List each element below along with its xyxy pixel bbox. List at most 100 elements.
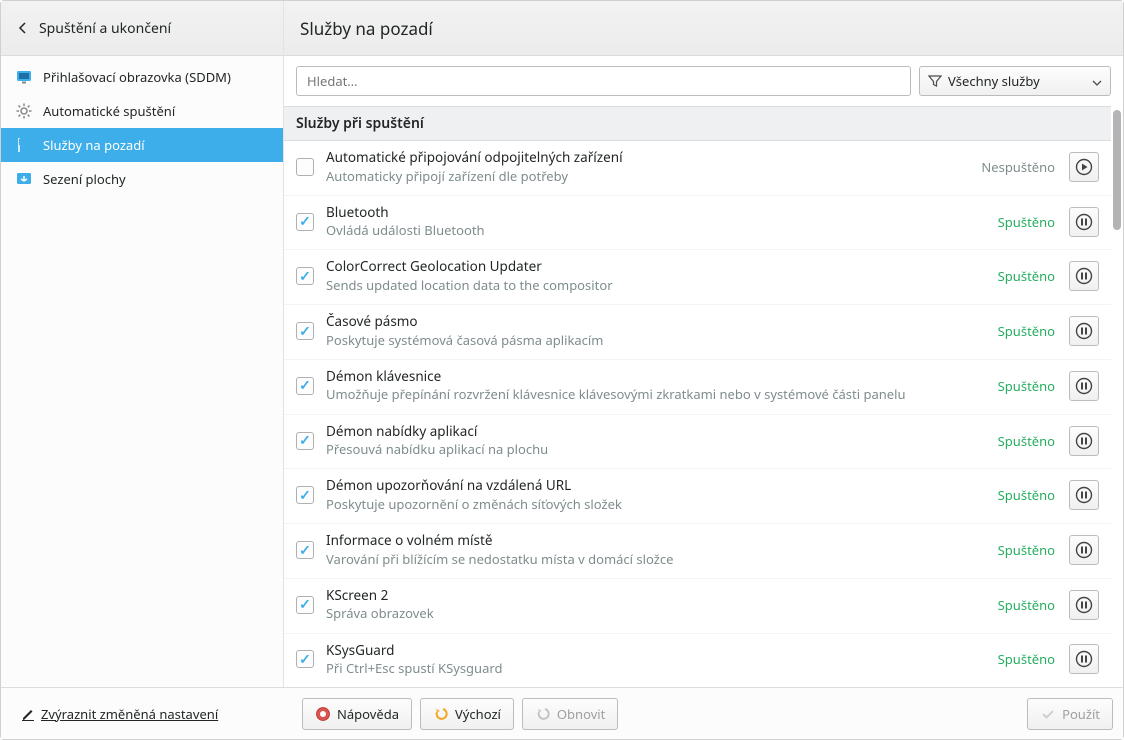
service-title: Informace o volném místě	[326, 532, 986, 550]
search-input[interactable]	[296, 66, 911, 96]
pencil-icon	[21, 707, 35, 721]
service-description: Varování při blížícím se nedostatku míst…	[326, 550, 986, 568]
service-description: Při Ctrl+Esc spustí KSysguard	[326, 659, 986, 677]
filter-select[interactable]: Všechny služby	[919, 66, 1111, 96]
service-checkbox[interactable]	[296, 650, 314, 668]
sidebar-item-0[interactable]: Přihlašovací obrazovka (SDDM)	[1, 60, 283, 94]
help-button[interactable]: Nápověda	[302, 698, 412, 730]
service-text: Démon klávesniceUmožňuje přepínání rozvr…	[326, 368, 986, 404]
sidebar-item-label: Automatické spuštění	[43, 102, 175, 120]
service-text: KSysGuardPři Ctrl+Esc spustí KSysguard	[326, 642, 986, 678]
service-checkbox[interactable]	[296, 432, 314, 450]
play-button[interactable]	[1069, 152, 1099, 182]
service-row: BluetoothOvládá události Bluetooth Spuště…	[284, 196, 1111, 251]
service-checkbox[interactable]	[296, 486, 314, 504]
sidebar-header[interactable]: Spuštění a ukončení	[1, 1, 283, 56]
service-text: Automatické připojování odpojitelných za…	[326, 149, 969, 185]
pause-icon	[1075, 322, 1093, 340]
service-title: Automatické připojování odpojitelných za…	[326, 149, 969, 167]
service-checkbox[interactable]	[296, 541, 314, 559]
service-text: KScreen 2Správa obrazovek	[326, 587, 986, 623]
flag-icon	[15, 136, 33, 154]
apply-button[interactable]: Použít	[1027, 698, 1113, 730]
service-text: BluetoothOvládá události Bluetooth	[326, 204, 986, 240]
section-header: Služby při spuštění	[284, 106, 1111, 141]
service-description: Sends updated location data to the compo…	[326, 276, 986, 294]
service-row: KSysGuardPři Ctrl+Esc spustí KSysguard Sp…	[284, 634, 1111, 687]
page-title: Služby na pozadí	[300, 17, 433, 40]
sidebar-item-3[interactable]: Sezení plochy	[1, 162, 283, 196]
service-description: Poskytuje systémová časová pásma aplikac…	[326, 331, 986, 349]
reset-icon	[535, 706, 551, 722]
check-icon	[1040, 706, 1056, 722]
service-status: Spuštěno	[998, 377, 1055, 395]
service-row: Démon nabídky aplikacíPřesouvá nabídku a…	[284, 415, 1111, 470]
service-status: Spuštěno	[998, 650, 1055, 668]
service-title: Démon klávesnice	[326, 368, 986, 386]
service-description: Správa obrazovek	[326, 604, 986, 622]
service-text: Časové pásmoPoskytuje systémová časová p…	[326, 313, 986, 349]
sidebar-item-label: Sezení plochy	[43, 170, 126, 188]
service-description: Umožňuje přepínání rozvržení klávesnice …	[326, 385, 986, 403]
session-icon	[15, 170, 33, 188]
pause-icon	[1075, 267, 1093, 285]
pause-button[interactable]	[1069, 644, 1099, 674]
service-checkbox[interactable]	[296, 213, 314, 231]
service-title: KSysGuard	[326, 642, 986, 660]
service-row: Démon klávesniceUmožňuje přepínání rozvr…	[284, 360, 1111, 415]
reset-button[interactable]: Obnovit	[522, 698, 618, 730]
toolbar: Všechny služby	[284, 56, 1123, 106]
service-title: ColorCorrect Geolocation Updater	[326, 258, 986, 276]
chevron-down-icon	[1092, 72, 1102, 90]
scrollbar[interactable]	[1111, 106, 1123, 687]
service-status: Spuštěno	[998, 596, 1055, 614]
service-description: Poskytuje upozornění o změnách síťových …	[326, 495, 986, 513]
footer: Zvýraznit změněná nastavení Nápověda Výc…	[1, 687, 1123, 739]
service-status: Spuštěno	[998, 213, 1055, 231]
pause-button[interactable]	[1069, 316, 1099, 346]
pause-button[interactable]	[1069, 207, 1099, 237]
service-checkbox[interactable]	[296, 377, 314, 395]
pause-icon	[1075, 432, 1093, 450]
defaults-button[interactable]: Výchozí	[420, 698, 514, 730]
service-checkbox[interactable]	[296, 322, 314, 340]
service-description: Přesouvá nabídku aplikací na plochu	[326, 440, 986, 458]
back-chevron-icon	[15, 20, 31, 36]
service-status: Spuštěno	[998, 541, 1055, 559]
pause-button[interactable]	[1069, 590, 1099, 620]
sidebar-title: Spuštění a ukončení	[39, 19, 171, 38]
sidebar-list: Přihlašovací obrazovka (SDDM) Automatické…	[1, 56, 283, 196]
service-title: Démon nabídky aplikací	[326, 423, 986, 441]
pause-icon	[1075, 213, 1093, 231]
service-checkbox[interactable]	[296, 267, 314, 285]
pause-button[interactable]	[1069, 480, 1099, 510]
sidebar-item-1[interactable]: Automatické spuštění	[1, 94, 283, 128]
pause-button[interactable]	[1069, 535, 1099, 565]
gear-icon	[15, 102, 33, 120]
sidebar: Spuštění a ukončení Přihlašovací obrazov…	[1, 1, 284, 687]
service-row: ColorCorrect Geolocation UpdaterSends up…	[284, 250, 1111, 305]
pause-icon	[1075, 650, 1093, 668]
service-status: Spuštěno	[998, 322, 1055, 340]
pause-button[interactable]	[1069, 261, 1099, 291]
service-list: Automatické připojování odpojitelných za…	[284, 141, 1111, 687]
service-row: Informace o volném místěVarování při blí…	[284, 524, 1111, 579]
content-scroll[interactable]: Služby při spuštění Automatické připojov…	[284, 106, 1123, 687]
service-description: Automaticky připojí zařízení dle potřeby	[326, 167, 969, 185]
pause-button[interactable]	[1069, 426, 1099, 456]
scrollbar-thumb[interactable]	[1113, 110, 1121, 230]
service-text: Informace o volném místěVarování při blí…	[326, 532, 986, 568]
service-title: Démon upozorňování na vzdálená URL	[326, 477, 986, 495]
service-title: Bluetooth	[326, 204, 986, 222]
pause-button[interactable]	[1069, 371, 1099, 401]
funnel-icon	[928, 74, 942, 88]
service-status: Spuštěno	[998, 267, 1055, 285]
service-checkbox[interactable]	[296, 158, 314, 176]
service-checkbox[interactable]	[296, 596, 314, 614]
highlight-changed-link[interactable]: Zvýraznit změněná nastavení	[21, 705, 294, 723]
sddm-icon	[15, 68, 33, 86]
sidebar-item-2[interactable]: Služby na pozadí	[1, 128, 283, 162]
pause-icon	[1075, 486, 1093, 504]
sidebar-item-label: Přihlašovací obrazovka (SDDM)	[43, 68, 231, 86]
service-title: Časové pásmo	[326, 313, 986, 331]
